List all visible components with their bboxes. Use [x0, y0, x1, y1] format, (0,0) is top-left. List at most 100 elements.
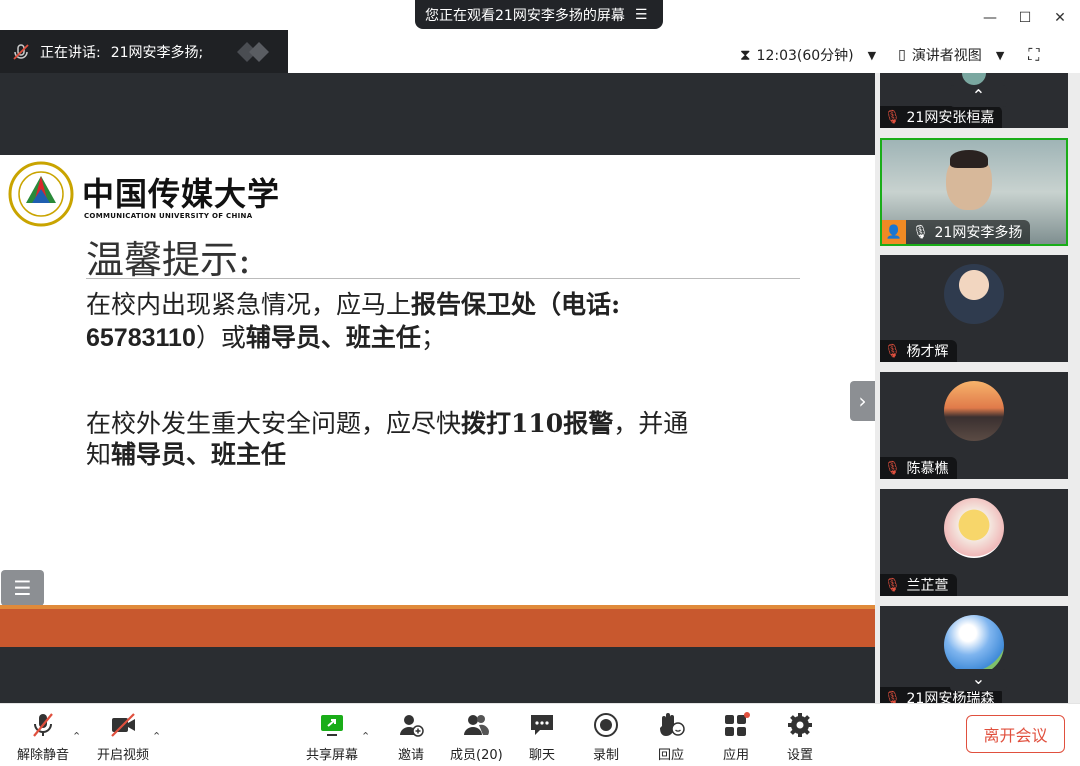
chat-label: 聊天: [528, 748, 555, 763]
participant-name: 21网安张桓嘉: [906, 110, 995, 126]
mic-icon: 🎙: [912, 224, 929, 240]
chevron-up-icon[interactable]: ⌃: [361, 730, 370, 743]
p1-text-d: ）或: [195, 323, 246, 352]
record-icon: [594, 713, 618, 737]
avatar: [944, 381, 1004, 441]
react-button[interactable]: 回应: [657, 712, 685, 763]
participant-tile-active[interactable]: 👤 🎙 21网安李多扬: [880, 138, 1068, 246]
view-mode-label[interactable]: 演讲者视图: [912, 45, 982, 65]
share-banner-text: 您正在观看21网安李多扬的屏幕: [425, 7, 625, 24]
university-name-en: COMMUNICATION UNIVERSITY OF CHINA: [84, 212, 253, 220]
react-label: 回应: [657, 748, 684, 763]
start-video-button[interactable]: 开启视频: [97, 712, 149, 763]
members-button[interactable]: 成员(20): [450, 712, 503, 763]
speaking-label: 正在讲话:: [40, 44, 101, 61]
chat-button[interactable]: 聊天: [528, 712, 556, 763]
participant-name-tag: 👤 🎙 21网安李多扬: [882, 220, 1031, 244]
p1-bold-b: 报告保卫处（电话:: [411, 290, 621, 319]
invite-button[interactable]: 邀请: [397, 712, 425, 763]
gear-icon: [788, 713, 812, 737]
participant-name: 杨才辉: [906, 344, 949, 360]
p2-bold-e: 辅导员、班主任: [111, 440, 287, 469]
chevron-down-icon[interactable]: ⌄: [950, 669, 1007, 691]
mic-muted-icon: 🎙: [884, 460, 901, 476]
members-label: 成员(20): [450, 748, 503, 763]
unmute-label: 解除静音: [17, 748, 70, 763]
close-button[interactable]: ✕: [1049, 8, 1071, 28]
participant-name-tag: 🎙 杨才辉: [880, 340, 957, 362]
participant-tile[interactable]: 🎙 杨才辉: [880, 255, 1068, 362]
mic-muted-icon: 🎙: [884, 577, 901, 593]
p2-bold-b: 拨打110报警: [461, 409, 614, 438]
avatar: [944, 264, 1004, 324]
mic-muted-icon: 🎙: [884, 343, 901, 359]
settings-button[interactable]: 设置: [786, 712, 814, 763]
p2-text-c: ，并通: [613, 409, 689, 438]
share-screen-button[interactable]: 共享屏幕: [306, 712, 358, 763]
slide-paragraph-1: 在校内出现紧急情况，应马上报告保卫处（电话: 65783110）或辅导员、班主任…: [86, 288, 806, 355]
chevron-down-icon[interactable]: ▼: [996, 49, 1004, 62]
hand-smile-icon: [660, 713, 685, 736]
university-name-cn: 中国传媒大学: [82, 175, 281, 213]
fullscreen-icon[interactable]: ⛶: [1028, 45, 1039, 65]
slide-heading: 温馨提示:: [86, 238, 251, 282]
avatar: [962, 73, 986, 85]
participant-name: 21网安李多扬: [934, 225, 1023, 241]
speaking-indicator: 正在讲话: 21网安李多扬;: [0, 30, 288, 73]
video-label: 开启视频: [97, 748, 150, 763]
leave-meeting-button[interactable]: 离开会议: [966, 715, 1065, 753]
unmute-button[interactable]: 解除静音: [17, 712, 69, 763]
meeting-time[interactable]: 12:03(60分钟): [757, 45, 854, 65]
university-seal-icon: [8, 161, 74, 227]
chevron-right-icon[interactable]: ›: [850, 381, 875, 421]
mic-muted-icon: [13, 43, 29, 60]
slide-footer-bar: [0, 605, 875, 647]
chevron-up-icon[interactable]: ⌃: [152, 730, 161, 743]
app-logo-icon: [237, 41, 270, 62]
record-label: 录制: [592, 748, 619, 763]
share-banner[interactable]: 您正在观看21网安李多扬的屏幕 ☰: [415, 0, 663, 29]
speaking-name: 21网安李多扬;: [110, 44, 204, 61]
chevron-up-icon[interactable]: ⌃: [950, 85, 1007, 107]
share-label: 共享屏幕: [306, 748, 359, 763]
heading-divider: [86, 278, 800, 279]
invite-label: 邀请: [397, 748, 424, 763]
shared-slide: 中国传媒大学 COMMUNICATION UNIVERSITY OF CHINA…: [0, 155, 875, 606]
chat-icon: [531, 715, 553, 735]
p2-text-a: 在校外发生重大安全问题，应尽快: [86, 409, 462, 438]
apps-icon: [725, 712, 750, 736]
participant-name-tag: 🎙 陈慕樵: [880, 457, 957, 479]
maximize-button[interactable]: ☐: [1014, 8, 1036, 28]
p2-text-d: 知: [86, 440, 112, 469]
apps-button[interactable]: 应用: [722, 712, 750, 763]
participant-name-tag: 🎙 21网安张桓嘉: [880, 106, 1003, 128]
view-icon: ▯: [898, 47, 906, 63]
meeting-toolbar: 解除静音 ⌃ 开启视频 ⌃ 共享屏幕 ⌃ 邀请 成员(20) 聊天 录制 回应 …: [0, 703, 1080, 766]
chevron-down-icon[interactable]: ▼: [868, 49, 876, 62]
avatar: [944, 498, 1004, 558]
meeting-info-bar: ⧗ 12:03(60分钟) ▼ ▯ 演讲者视图 ▼ ⛶: [740, 40, 1039, 70]
add-user-icon: [400, 715, 424, 737]
members-icon: [464, 715, 490, 735]
avatar-hair: [950, 150, 988, 168]
share-screen-icon: [321, 715, 343, 736]
mic-muted-icon: 🎙: [884, 109, 901, 125]
participant-tile[interactable]: 🎙 兰芷萱: [880, 489, 1068, 596]
record-button[interactable]: 录制: [592, 712, 620, 763]
timer-icon: ⧗: [740, 46, 751, 64]
host-icon: 👤: [882, 220, 906, 244]
participant-name: 兰芷萱: [906, 578, 949, 594]
video-off-icon: [111, 713, 135, 737]
p1-text-f: ；: [420, 323, 446, 352]
participant-tile[interactable]: 🎙 陈慕樵: [880, 372, 1068, 479]
participant-name: 陈慕樵: [906, 461, 949, 477]
chevron-up-icon[interactable]: ⌃: [72, 730, 81, 743]
menu-icon[interactable]: ☰: [635, 7, 648, 23]
apps-label: 应用: [722, 748, 749, 763]
p1-text-a: 在校内出现紧急情况，应马上: [86, 290, 412, 319]
mic-muted-icon: [33, 713, 53, 737]
minimize-button[interactable]: —: [979, 8, 1001, 28]
settings-label: 设置: [786, 748, 813, 763]
avatar: [944, 615, 1004, 675]
list-menu-icon[interactable]: ☰: [1, 570, 44, 606]
